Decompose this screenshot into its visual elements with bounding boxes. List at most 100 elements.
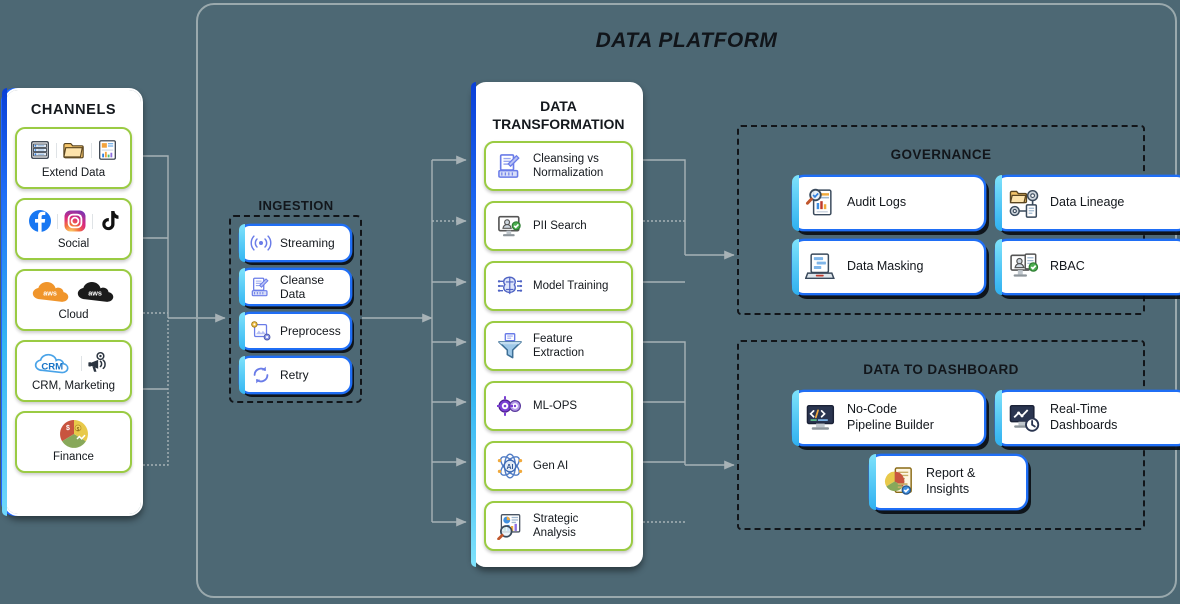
dashboard-label: Report & Insights <box>926 466 975 497</box>
governance-card-data-masking[interactable]: Data Masking <box>791 238 984 296</box>
label-line1: Feature <box>533 332 573 345</box>
transformation-label: Model Training <box>533 279 609 292</box>
channel-card-social[interactable]: Social <box>15 198 132 260</box>
laptop-mask-icon <box>805 253 835 280</box>
document-broom-icon <box>498 154 520 178</box>
atom-ai-icon: AI <box>497 453 523 479</box>
dt-title-line2: TRANSFORMATION <box>492 115 625 132</box>
channel-icons <box>28 208 120 234</box>
channel-label: Finance <box>53 451 94 463</box>
magnifier-report-icon <box>805 188 832 216</box>
governance-group: GOVERNANCE Audit Logs Data Lineage Data … <box>737 125 1180 315</box>
governance-label: Audit Logs <box>847 195 907 210</box>
label-line1: Real-Time <box>1050 402 1108 417</box>
dashboard-card-real-time-dashboards[interactable]: Real-Time Dashboards <box>994 389 1180 447</box>
dashboard-card-report-insights[interactable]: Report & Insights <box>868 453 1026 511</box>
folder-icon <box>63 142 84 159</box>
ingestion-card-streaming[interactable]: Streaming <box>238 223 350 263</box>
instagram-icon <box>64 210 85 232</box>
channel-card-finance[interactable]: $ $ Finance <box>15 411 132 473</box>
page-title: DATA PLATFORM <box>595 29 778 52</box>
channel-card-cloud[interactable]: aws aws Cloud <box>15 269 132 331</box>
icon-divider <box>91 213 93 229</box>
transformation-label: Feature Extraction <box>533 332 584 361</box>
megaphone-gear-icon <box>88 351 106 372</box>
gears-mlops-icon <box>497 396 522 416</box>
image-gear-icon <box>251 321 271 341</box>
transformation-card-model-training[interactable]: Model Training <box>484 261 633 311</box>
aws-cloud-dark-icon: aws <box>77 282 114 302</box>
pie-report-icon <box>884 467 912 495</box>
monitor-chart-clock-icon <box>1009 404 1040 432</box>
governance-title: GOVERNANCE <box>890 147 992 162</box>
document-broom-icon <box>251 277 269 297</box>
channel-label: Extend Data <box>41 167 106 179</box>
ingestion-label: Preprocess <box>280 324 341 338</box>
channels-title: CHANNELS <box>30 102 117 118</box>
svg-text:$: $ <box>76 427 79 433</box>
aws-cloud-orange-icon: aws <box>32 282 69 302</box>
tiktok-icon <box>101 211 118 231</box>
facebook-icon <box>28 210 51 232</box>
report-icon <box>99 140 116 160</box>
label-line1: Cleansing vs <box>533 152 599 165</box>
label-line2: Normalization <box>533 167 604 179</box>
governance-card-audit-logs[interactable]: Audit Logs <box>791 174 984 232</box>
ingestion-label: Streaming <box>280 236 335 250</box>
governance-label: RBAC <box>1050 259 1085 274</box>
governance-card-rbac[interactable]: RBAC <box>994 238 1180 296</box>
governance-label: Data Lineage <box>1050 195 1125 210</box>
svg-text:AI: AI <box>507 464 514 471</box>
label-line2: Pipeline Builder <box>847 418 934 432</box>
folder-gear-nodes-icon <box>1009 189 1039 218</box>
label-line2: Extraction <box>533 347 585 359</box>
monitor-user-search-icon <box>498 215 521 237</box>
ingestion-label: Cleanse Data <box>280 273 325 301</box>
icon-divider <box>81 355 82 371</box>
ingestion-group: Streaming Cleanse Data Preprocess Retry <box>229 215 362 403</box>
chart-magnifier-icon <box>497 514 521 540</box>
label-line2: Dashboards <box>1050 418 1118 432</box>
data-transformation-panel: DATA TRANSFORMATION Cleansing vs Normali… <box>471 82 643 567</box>
svg-text:aws: aws <box>88 289 102 298</box>
ingestion-card-preprocess[interactable]: Preprocess <box>238 311 350 351</box>
ingestion-card-cleanse-data[interactable]: Cleanse Data <box>238 267 350 307</box>
transformation-card-feature-extraction[interactable]: Feature Extraction <box>484 321 633 371</box>
channel-card-extend-data[interactable]: Extend Data <box>15 127 132 189</box>
transformation-card-strategic-analysis[interactable]: Strategic Analysis <box>484 501 633 551</box>
label-line1: Report & <box>926 466 976 481</box>
transformation-card-ml-ops[interactable]: ML-OPS <box>484 381 633 431</box>
channel-label: CRM, Marketing <box>31 380 116 392</box>
funnel-document-icon <box>498 333 522 359</box>
transformation-card-cleansing[interactable]: Cleansing vs Normalization <box>484 141 633 191</box>
code-monitor-icon <box>806 404 835 430</box>
channel-icons <box>29 137 118 163</box>
governance-card-data-lineage[interactable]: Data Lineage <box>994 174 1180 232</box>
label-line1: Strategic <box>533 512 579 525</box>
data-to-dashboard-title: DATA TO DASHBOARD <box>863 362 1019 377</box>
channel-icons: aws aws <box>31 279 116 305</box>
ingestion-title: INGESTION <box>258 198 334 213</box>
svg-text:CRM: CRM <box>41 361 63 372</box>
dashboard-card-no-code-pipeline-builder[interactable]: No-Code Pipeline Builder <box>791 389 984 447</box>
transformation-card-gen-ai[interactable]: AI Gen AI <box>484 441 633 491</box>
transformation-label: PII Search <box>533 219 587 232</box>
label-line2: Analysis <box>533 527 576 539</box>
transformation-label: Strategic Analysis <box>533 512 578 541</box>
dashboard-label: Real-Time Dashboards <box>1050 402 1117 433</box>
label-line2: Insights <box>926 482 970 496</box>
label-line1: No-Code <box>847 402 898 417</box>
transformation-label: Gen AI <box>533 459 569 472</box>
channel-card-crm-marketing[interactable]: CRM CRM, Marketing <box>15 340 132 402</box>
crm-cloud-icon: CRM <box>34 353 69 374</box>
dt-title-line1: DATA <box>540 98 577 114</box>
channel-label: Social <box>57 238 90 250</box>
data-transformation-title: DATA TRANSFORMATION <box>484 98 633 133</box>
broadcast-signal-icon <box>250 235 272 251</box>
icon-divider <box>56 213 58 229</box>
ingestion-card-retry[interactable]: Retry <box>238 355 350 395</box>
svg-text:aws: aws <box>43 289 57 298</box>
refresh-cycle-icon <box>253 366 269 384</box>
transformation-card-pii-search[interactable]: PII Search <box>484 201 633 251</box>
governance-label: Data Masking <box>847 259 924 274</box>
